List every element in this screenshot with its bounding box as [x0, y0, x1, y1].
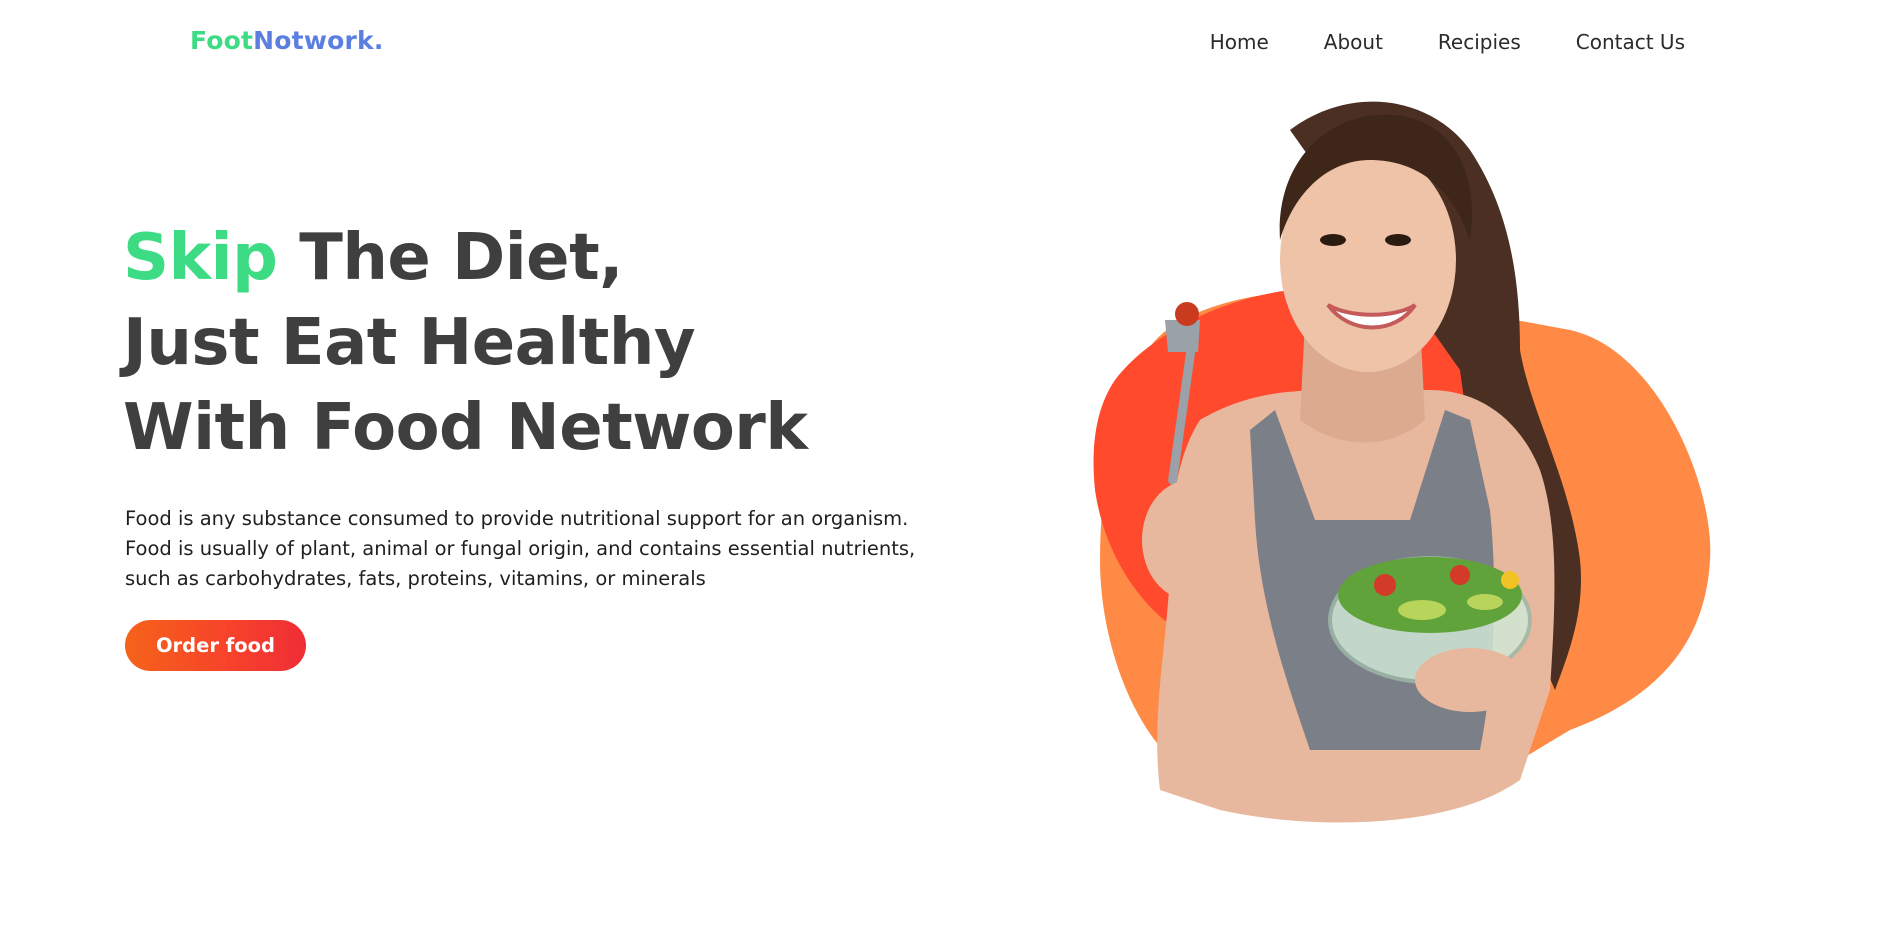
hero-illustration-svg	[1093, 101, 1711, 823]
hero-title-line1-rest: The Diet,	[277, 221, 623, 295]
order-food-button[interactable]: Order food	[125, 620, 306, 671]
right-eye	[1385, 234, 1411, 246]
nav-home[interactable]: Home	[1210, 30, 1269, 54]
logo-text-foot: Foot	[190, 26, 254, 55]
tomato-on-fork	[1175, 302, 1199, 326]
hero-title-line3: With Food Network	[123, 391, 808, 465]
left-hand	[1142, 480, 1238, 600]
logo-text-notwork: Notwork.	[253, 26, 384, 55]
left-eye	[1320, 234, 1346, 246]
woman-eating-salad-image	[1050, 90, 1750, 830]
hero-title: Skip The Diet, Just Eat Healthy With Foo…	[123, 216, 808, 471]
salad-tomato-1	[1374, 574, 1396, 596]
salad-greens	[1338, 557, 1522, 633]
main-nav: Home About Recipies Contact Us	[1210, 30, 1685, 54]
salad-avocado-2	[1467, 594, 1503, 610]
nav-contact-us[interactable]: Contact Us	[1576, 30, 1685, 54]
brand-logo[interactable]: FootNotwork.	[190, 26, 384, 55]
salad-pepper	[1501, 571, 1519, 589]
hero-title-line2: Just Eat Healthy	[123, 306, 696, 380]
right-hand	[1415, 648, 1525, 712]
salad-tomato-2	[1450, 565, 1470, 585]
nav-recipies[interactable]: Recipies	[1438, 30, 1521, 54]
nav-about[interactable]: About	[1324, 30, 1383, 54]
hero-description: Food is any substance consumed to provid…	[125, 507, 916, 590]
hero-title-accent: Skip	[123, 221, 278, 295]
landing-page: FootNotwork. Home About Recipies Contact…	[0, 0, 1901, 935]
salad-avocado-1	[1398, 600, 1446, 620]
